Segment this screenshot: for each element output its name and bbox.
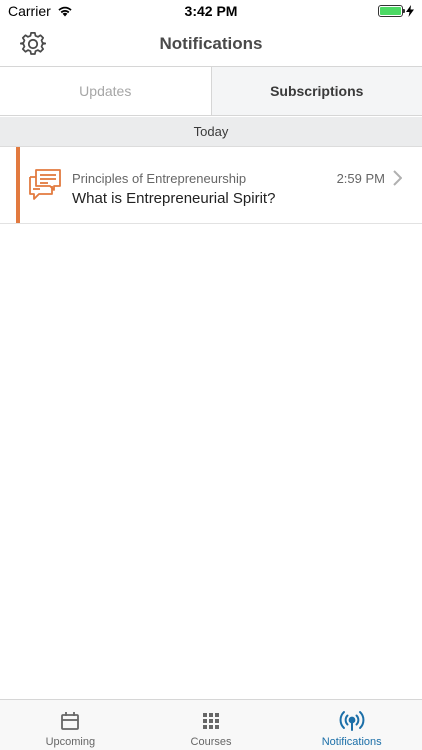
chevron-right-icon xyxy=(393,170,402,186)
tab-bar-upcoming[interactable]: Upcoming xyxy=(0,700,141,750)
tab-updates[interactable]: Updates xyxy=(0,67,212,115)
status-right xyxy=(378,5,414,17)
notification-accent-bar xyxy=(16,147,20,223)
calendar-icon xyxy=(61,712,80,730)
charging-icon xyxy=(406,5,414,17)
wifi-icon xyxy=(58,6,72,17)
grid-icon xyxy=(203,713,219,729)
tab-bar-courses[interactable]: Courses xyxy=(141,700,282,750)
status-bar: Carrier 3:42 PM xyxy=(0,0,422,22)
broadcast-icon xyxy=(339,711,365,731)
notification-course: Principles of Entrepreneurship xyxy=(72,171,247,186)
discussion-icon xyxy=(29,169,61,200)
page-title: Notifications xyxy=(159,34,263,53)
section-header-today: Today xyxy=(0,117,422,147)
segment-tabs: Updates Subscriptions xyxy=(0,66,422,116)
tab-bar-upcoming-label: Upcoming xyxy=(45,736,96,748)
tab-bar-courses-label: Courses xyxy=(190,736,232,748)
tab-subscriptions[interactable]: Subscriptions xyxy=(211,67,422,115)
status-left: Carrier xyxy=(8,3,73,19)
battery-icon xyxy=(378,5,405,17)
notification-row[interactable]: Principles of Entrepreneurship What is E… xyxy=(0,147,422,224)
notification-title: What is Entrepreneurial Spirit? xyxy=(72,190,276,207)
tab-bar-notifications-label: Notifications xyxy=(321,736,382,748)
battery-fill xyxy=(380,7,401,15)
carrier-label: Carrier xyxy=(8,3,51,19)
notification-time: 2:59 PM xyxy=(336,171,385,186)
gear-icon xyxy=(20,32,46,55)
tab-bar: Upcoming Courses Notifications xyxy=(0,699,422,750)
settings-button[interactable] xyxy=(18,29,48,59)
tab-bar-notifications[interactable]: Notifications xyxy=(281,700,422,750)
nav-bar: Notifications xyxy=(0,22,422,66)
